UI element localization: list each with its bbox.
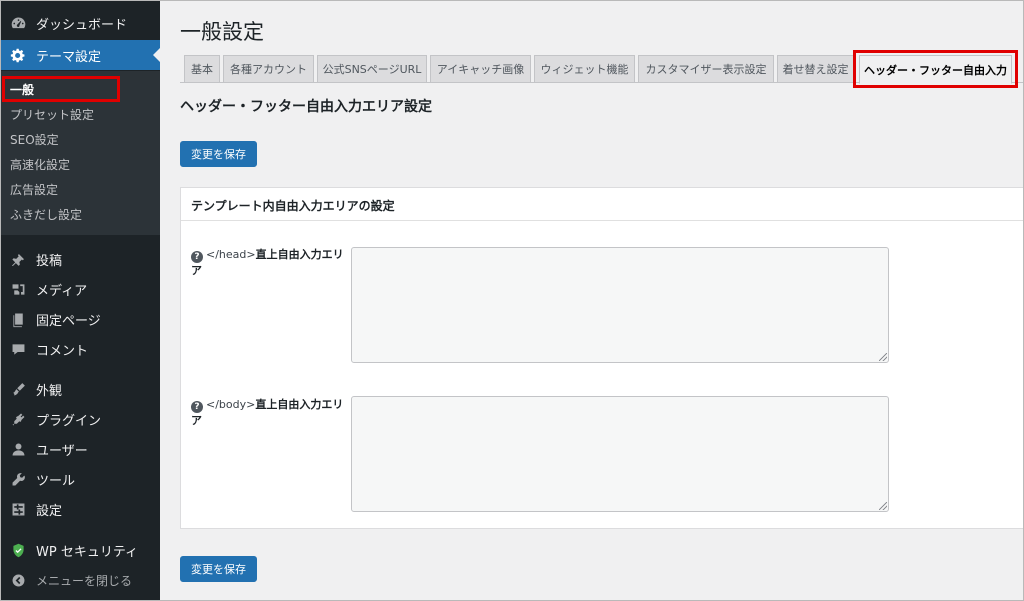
menu-comments[interactable]: コメント <box>0 334 160 364</box>
menu-media[interactable]: メディア <box>0 274 160 304</box>
submenu-seo[interactable]: SEO設定 <box>10 128 59 152</box>
help-icon[interactable]: ? <box>191 401 203 413</box>
menu-label: ツール <box>36 473 76 489</box>
menu-label: テーマ設定 <box>36 49 102 65</box>
tab-customizer[interactable]: カスタマイザー表示設定 <box>638 55 774 83</box>
body-free-input-textarea[interactable] <box>351 396 889 512</box>
submenu-balloon[interactable]: ふきだし設定 <box>10 203 82 227</box>
menu-label: ユーザー <box>36 443 88 459</box>
media-icon <box>0 281 36 298</box>
comment-icon <box>0 341 36 358</box>
help-icon[interactable]: ? <box>191 251 203 263</box>
submenu-speed[interactable]: 高速化設定 <box>10 153 70 177</box>
save-button-bottom[interactable]: 変更を保存 <box>180 556 257 582</box>
menu-pages[interactable]: 固定ページ <box>0 304 160 334</box>
free-input-panel: テンプレート内自由入力エリアの設定 ? </head>直上自由入力エリア ? </b… <box>180 187 1024 529</box>
highlight-header-footer-tab <box>853 50 1018 88</box>
pin-icon <box>0 251 36 268</box>
menu-label: メニューを閉じる <box>36 573 133 588</box>
save-button-top[interactable]: 変更を保存 <box>180 141 257 167</box>
menu-label: プラグイン <box>36 413 102 429</box>
submenu-preset[interactable]: プリセット設定 <box>10 103 94 127</box>
head-tag-code: </head> <box>206 248 256 261</box>
body-tag-code: </body> <box>206 398 256 411</box>
menu-users[interactable]: ユーザー <box>0 434 160 464</box>
menu-label: メディア <box>36 283 88 299</box>
tab-accounts[interactable]: 各種アカウント <box>223 55 314 83</box>
menu-label: コメント <box>36 343 89 359</box>
head-field-label: ? </head>直上自由入力エリア <box>191 247 351 279</box>
wrench-icon <box>0 471 36 488</box>
shield-icon <box>0 542 36 559</box>
page-title: 一般設定 <box>180 20 264 44</box>
menu-collapse[interactable]: メニューを閉じる <box>0 565 160 595</box>
section-heading: ヘッダー・フッター自由入力エリア設定 <box>180 99 432 115</box>
collapse-icon <box>0 572 36 589</box>
menu-label: 投稿 <box>36 253 63 269</box>
menu-dashboard[interactable]: ダッシュボード <box>0 8 160 38</box>
tab-sns-url[interactable]: 公式SNSページURL <box>317 55 427 83</box>
highlight-general <box>2 76 120 102</box>
menu-label: 設定 <box>36 503 63 519</box>
submenu-ads[interactable]: 広告設定 <box>10 178 58 202</box>
menu-label: ダッシュボード <box>36 17 128 33</box>
menu-theme-settings[interactable]: テーマ設定 <box>0 40 160 70</box>
menu-settings[interactable]: 設定 <box>0 494 160 524</box>
settings-icon <box>0 501 36 518</box>
resize-handle-icon[interactable] <box>879 502 887 510</box>
body-field-label: ? </body>直上自由入力エリア <box>191 397 351 429</box>
menu-posts[interactable]: 投稿 <box>0 244 160 274</box>
menu-label: 外観 <box>36 383 63 399</box>
brush-icon <box>0 381 36 398</box>
tab-eyecatch[interactable]: アイキャッチ画像 <box>430 55 531 83</box>
menu-tools[interactable]: ツール <box>0 464 160 494</box>
tab-basic[interactable]: 基本 <box>184 55 220 83</box>
plugin-icon <box>0 411 36 428</box>
resize-handle-icon[interactable] <box>879 353 887 361</box>
panel-header: テンプレート内自由入力エリアの設定 <box>181 188 1024 221</box>
menu-appearance[interactable]: 外観 <box>0 374 160 404</box>
user-icon <box>0 441 36 458</box>
tab-widget[interactable]: ウィジェット機能 <box>534 55 635 83</box>
menu-label: 固定ページ <box>36 313 101 329</box>
tab-skin[interactable]: 着せ替え設定 <box>777 55 854 83</box>
menu-plugins[interactable]: プラグイン <box>0 404 160 434</box>
admin-sidebar: ダッシュボード テーマ設定 一般 プリセット設定 SEO設定 高速化設定 広告設… <box>0 0 160 601</box>
head-free-input-textarea[interactable] <box>351 247 889 363</box>
page-icon <box>0 311 36 328</box>
menu-label: WP セキュリティ <box>36 544 139 560</box>
dashboard-icon <box>0 15 36 32</box>
gear-icon <box>0 47 36 64</box>
panel-title: テンプレート内自由入力エリアの設定 <box>191 199 395 213</box>
menu-wp-security[interactable]: WP セキュリティ <box>0 535 160 565</box>
